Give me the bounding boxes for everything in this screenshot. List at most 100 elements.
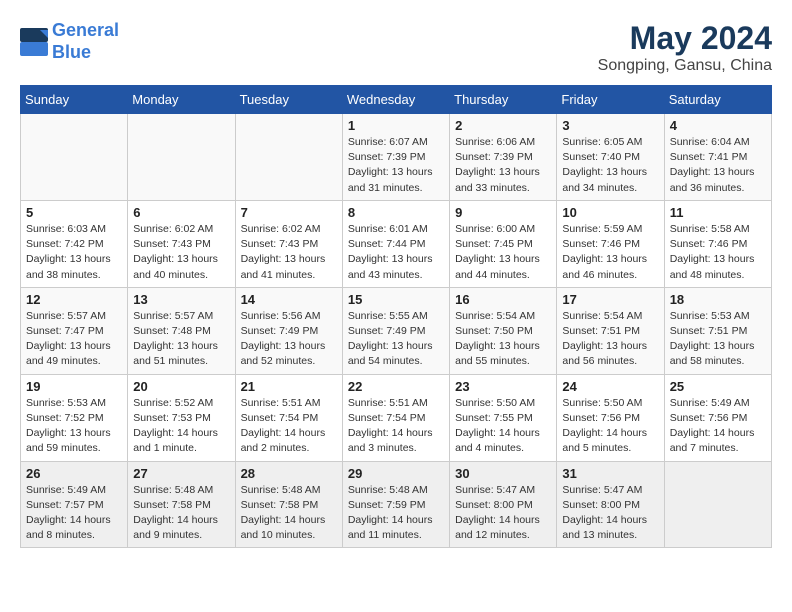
calendar-cell: 10 Sunrise: 5:59 AM Sunset: 7:46 PM Dayli…	[557, 200, 664, 287]
calendar-cell: 2Sunrise: 6:06 AM Sunset: 7:39 PM Daylig…	[450, 114, 557, 201]
calendar-cell: 21 Sunrise: 5:51 AM Sunset: 7:54 PM Dayli…	[235, 374, 342, 461]
day-info: Sunrise: 5:59 AM Sunset: 7:46 PM Dayligh…	[562, 222, 658, 283]
logo: General Blue	[20, 20, 119, 63]
day-info: Sunrise: 5:50 AM Sunset: 7:56 PM Dayligh…	[562, 396, 658, 457]
day-number: 31	[562, 466, 658, 481]
day-info: Sunrise: 6:00 AM Sunset: 7:45 PM Dayligh…	[455, 222, 551, 283]
day-number: 11	[670, 205, 766, 220]
calendar-cell: 19 Sunrise: 5:53 AM Sunset: 7:52 PM Dayli…	[21, 374, 128, 461]
calendar-cell: 9 Sunrise: 6:00 AM Sunset: 7:45 PM Daylig…	[450, 200, 557, 287]
day-info: Sunrise: 5:56 AM Sunset: 7:49 PM Dayligh…	[241, 309, 337, 370]
day-number: 16	[455, 292, 551, 307]
days-of-week-row: SundayMondayTuesdayWednesdayThursdayFrid…	[21, 86, 772, 114]
day-info: Sunrise: 5:51 AM Sunset: 7:54 PM Dayligh…	[348, 396, 444, 457]
day-info: Sunrise: 5:58 AM Sunset: 7:46 PM Dayligh…	[670, 222, 766, 283]
day-info: Sunrise: 5:51 AM Sunset: 7:54 PM Dayligh…	[241, 396, 337, 457]
calendar-cell: 24 Sunrise: 5:50 AM Sunset: 7:56 PM Dayli…	[557, 374, 664, 461]
day-number: 13	[133, 292, 229, 307]
calendar-week-row: 26 Sunrise: 5:49 AM Sunset: 7:57 PM Dayli…	[21, 461, 772, 548]
day-number: 4	[670, 118, 766, 133]
calendar-cell: 7Sunrise: 6:02 AM Sunset: 7:43 PM Daylig…	[235, 200, 342, 287]
logo-line2: Blue	[52, 42, 91, 62]
calendar-cell: 26 Sunrise: 5:49 AM Sunset: 7:57 PM Dayli…	[21, 461, 128, 548]
day-number: 8	[348, 205, 444, 220]
day-info: Sunrise: 6:07 AM Sunset: 7:39 PM Dayligh…	[348, 135, 444, 196]
day-info: Sunrise: 6:02 AM Sunset: 7:43 PM Dayligh…	[241, 222, 337, 283]
calendar-cell	[21, 114, 128, 201]
day-info: Sunrise: 6:01 AM Sunset: 7:44 PM Dayligh…	[348, 222, 444, 283]
day-info: Sunrise: 6:06 AM Sunset: 7:39 PM Dayligh…	[455, 135, 551, 196]
calendar-cell: 18 Sunrise: 5:53 AM Sunset: 7:51 PM Dayli…	[664, 287, 771, 374]
day-info: Sunrise: 6:02 AM Sunset: 7:43 PM Dayligh…	[133, 222, 229, 283]
calendar-cell: 23 Sunrise: 5:50 AM Sunset: 7:55 PM Dayli…	[450, 374, 557, 461]
day-number: 10	[562, 205, 658, 220]
day-number: 21	[241, 379, 337, 394]
calendar-cell: 8 Sunrise: 6:01 AM Sunset: 7:44 PM Daylig…	[342, 200, 449, 287]
day-info: Sunrise: 5:48 AM Sunset: 7:58 PM Dayligh…	[241, 483, 337, 544]
day-number: 23	[455, 379, 551, 394]
day-of-week-header: Wednesday	[342, 86, 449, 114]
day-number: 9	[455, 205, 551, 220]
day-number: 24	[562, 379, 658, 394]
day-of-week-header: Tuesday	[235, 86, 342, 114]
day-of-week-header: Thursday	[450, 86, 557, 114]
subtitle: Songping, Gansu, China	[598, 57, 772, 75]
day-info: Sunrise: 5:57 AM Sunset: 7:48 PM Dayligh…	[133, 309, 229, 370]
day-number: 29	[348, 466, 444, 481]
calendar-cell: 22Sunrise: 5:51 AM Sunset: 7:54 PM Dayli…	[342, 374, 449, 461]
calendar-cell: 25 Sunrise: 5:49 AM Sunset: 7:56 PM Dayli…	[664, 374, 771, 461]
calendar-cell: 14 Sunrise: 5:56 AM Sunset: 7:49 PM Dayli…	[235, 287, 342, 374]
day-info: Sunrise: 6:03 AM Sunset: 7:42 PM Dayligh…	[26, 222, 122, 283]
calendar-cell: 17Sunrise: 5:54 AM Sunset: 7:51 PM Dayli…	[557, 287, 664, 374]
day-number: 19	[26, 379, 122, 394]
calendar-cell: 30Sunrise: 5:47 AM Sunset: 8:00 PM Dayli…	[450, 461, 557, 548]
logo-line1: General	[52, 20, 119, 40]
day-number: 18	[670, 292, 766, 307]
day-info: Sunrise: 5:47 AM Sunset: 8:00 PM Dayligh…	[562, 483, 658, 544]
calendar-cell: 16 Sunrise: 5:54 AM Sunset: 7:50 PM Dayli…	[450, 287, 557, 374]
calendar-week-row: 1 Sunrise: 6:07 AM Sunset: 7:39 PM Daylig…	[21, 114, 772, 201]
day-info: Sunrise: 5:54 AM Sunset: 7:50 PM Dayligh…	[455, 309, 551, 370]
day-number: 12	[26, 292, 122, 307]
day-info: Sunrise: 5:55 AM Sunset: 7:49 PM Dayligh…	[348, 309, 444, 370]
day-number: 5	[26, 205, 122, 220]
day-number: 26	[26, 466, 122, 481]
day-info: Sunrise: 5:53 AM Sunset: 7:52 PM Dayligh…	[26, 396, 122, 457]
calendar-table: SundayMondayTuesdayWednesdayThursdayFrid…	[20, 85, 772, 548]
logo-text: General Blue	[52, 20, 119, 63]
day-info: Sunrise: 5:54 AM Sunset: 7:51 PM Dayligh…	[562, 309, 658, 370]
calendar-cell: 5 Sunrise: 6:03 AM Sunset: 7:42 PM Daylig…	[21, 200, 128, 287]
calendar-cell	[664, 461, 771, 548]
day-of-week-header: Friday	[557, 86, 664, 114]
day-info: Sunrise: 5:49 AM Sunset: 7:56 PM Dayligh…	[670, 396, 766, 457]
day-info: Sunrise: 6:04 AM Sunset: 7:41 PM Dayligh…	[670, 135, 766, 196]
day-info: Sunrise: 5:48 AM Sunset: 7:59 PM Dayligh…	[348, 483, 444, 544]
day-info: Sunrise: 5:47 AM Sunset: 8:00 PM Dayligh…	[455, 483, 551, 544]
day-info: Sunrise: 5:57 AM Sunset: 7:47 PM Dayligh…	[26, 309, 122, 370]
day-info: Sunrise: 5:48 AM Sunset: 7:58 PM Dayligh…	[133, 483, 229, 544]
calendar-cell: 6Sunrise: 6:02 AM Sunset: 7:43 PM Daylig…	[128, 200, 235, 287]
calendar-week-row: 5 Sunrise: 6:03 AM Sunset: 7:42 PM Daylig…	[21, 200, 772, 287]
day-of-week-header: Monday	[128, 86, 235, 114]
day-number: 3	[562, 118, 658, 133]
logo-icon	[20, 28, 48, 56]
calendar-cell: 13 Sunrise: 5:57 AM Sunset: 7:48 PM Dayli…	[128, 287, 235, 374]
calendar-body: 1 Sunrise: 6:07 AM Sunset: 7:39 PM Daylig…	[21, 114, 772, 548]
day-number: 1	[348, 118, 444, 133]
day-info: Sunrise: 6:05 AM Sunset: 7:40 PM Dayligh…	[562, 135, 658, 196]
day-number: 14	[241, 292, 337, 307]
day-of-week-header: Saturday	[664, 86, 771, 114]
calendar-cell	[128, 114, 235, 201]
day-info: Sunrise: 5:53 AM Sunset: 7:51 PM Dayligh…	[670, 309, 766, 370]
day-number: 25	[670, 379, 766, 394]
calendar-cell: 20Sunrise: 5:52 AM Sunset: 7:53 PM Dayli…	[128, 374, 235, 461]
calendar-week-row: 12 Sunrise: 5:57 AM Sunset: 7:47 PM Dayli…	[21, 287, 772, 374]
day-info: Sunrise: 5:49 AM Sunset: 7:57 PM Dayligh…	[26, 483, 122, 544]
day-info: Sunrise: 5:50 AM Sunset: 7:55 PM Dayligh…	[455, 396, 551, 457]
calendar-cell: 1 Sunrise: 6:07 AM Sunset: 7:39 PM Daylig…	[342, 114, 449, 201]
day-info: Sunrise: 5:52 AM Sunset: 7:53 PM Dayligh…	[133, 396, 229, 457]
day-number: 28	[241, 466, 337, 481]
page-header: General Blue May 2024 Songping, Gansu, C…	[20, 20, 772, 75]
day-of-week-header: Sunday	[21, 86, 128, 114]
calendar-cell: 12 Sunrise: 5:57 AM Sunset: 7:47 PM Dayli…	[21, 287, 128, 374]
